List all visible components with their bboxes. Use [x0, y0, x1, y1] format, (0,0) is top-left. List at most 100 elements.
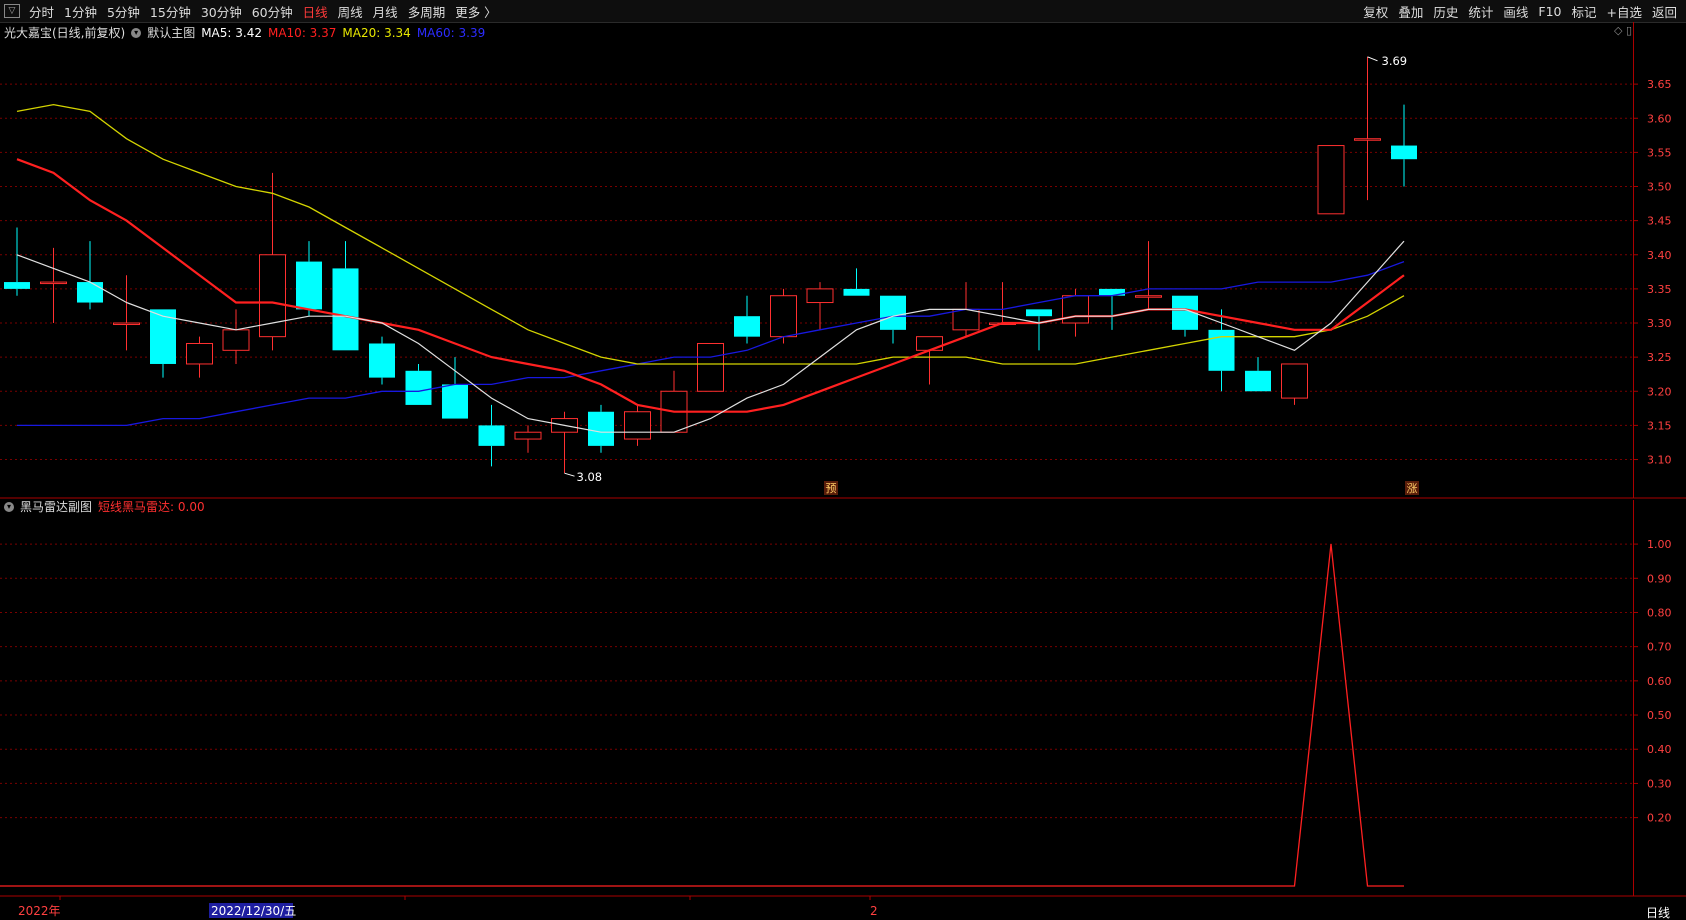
tool-button-1[interactable]: 叠加 — [1393, 2, 1428, 21]
candle-body — [952, 308, 980, 331]
period-tab-6[interactable]: 日线 — [298, 2, 333, 21]
candle-body — [770, 295, 797, 338]
sub-y-tick-label-5: 0.70 — [1647, 641, 1672, 654]
candle-body — [113, 322, 140, 326]
sub-y-tick-label-2: 0.40 — [1647, 743, 1672, 756]
sub-y-tick-label-7: 0.90 — [1647, 572, 1672, 585]
candle-33 — [1208, 309, 1235, 392]
candle-9 — [332, 241, 359, 351]
candle-body — [624, 411, 651, 440]
period-tab-8[interactable]: 月线 — [368, 2, 403, 21]
candle-body — [806, 288, 834, 304]
high-pointer — [1367, 56, 1378, 62]
candle-25 — [916, 336, 943, 385]
candle-2 — [77, 241, 103, 310]
candle-body — [1281, 363, 1308, 399]
candle-4 — [150, 309, 176, 378]
candle-13 — [478, 404, 505, 467]
candle-body — [4, 282, 30, 289]
candle-body — [916, 336, 943, 351]
tool-button-2[interactable]: 历史 — [1428, 2, 1463, 21]
candle-body — [442, 384, 468, 419]
candle-11 — [405, 363, 432, 405]
y-tick-label-10: 3.60 — [1647, 112, 1672, 125]
candle-body — [1208, 329, 1235, 371]
low-pointer — [564, 472, 575, 477]
menu-icon[interactable]: ▽ — [4, 4, 20, 18]
candle-35 — [1281, 363, 1308, 405]
tool-button-4[interactable]: 画线 — [1498, 2, 1533, 21]
y-tick-label-8: 3.50 — [1647, 181, 1672, 194]
candle-0 — [4, 227, 30, 296]
period-tab-9[interactable]: 多周期 — [403, 2, 451, 21]
candle-body — [1391, 145, 1417, 160]
period-tab-10[interactable]: 更多 〉 — [450, 2, 501, 21]
candle-body — [697, 342, 724, 392]
marker-zhang: 涨 — [1407, 482, 1418, 495]
candle-34 — [1245, 357, 1271, 392]
tool-button-6[interactable]: 标记 — [1566, 2, 1601, 21]
candle-18 — [660, 370, 688, 433]
year-label: 2022年 — [18, 904, 61, 918]
candle-body — [880, 295, 906, 330]
month-label: 2 — [870, 904, 878, 918]
y-tick-label-0: 3.10 — [1647, 454, 1672, 467]
candle-30 — [1099, 288, 1125, 330]
period-tab-7[interactable]: 周线 — [333, 2, 368, 21]
candle-19 — [697, 342, 724, 392]
sub-y-tick-label-1: 0.30 — [1647, 777, 1672, 790]
period-tab-0[interactable]: 分时 — [24, 2, 59, 21]
sub-y-tick-label-4: 0.60 — [1647, 675, 1672, 688]
period-tab-3[interactable]: 15分钟 — [145, 2, 196, 21]
candle-body — [1135, 295, 1162, 298]
y-tick-label-6: 3.40 — [1647, 249, 1672, 262]
y-tick-label-1: 3.15 — [1647, 419, 1672, 432]
sub-y-tick-label-8: 1.00 — [1647, 538, 1672, 551]
kline-chart[interactable]: 3.10 3.15 3.20 3.25 3.30 3.35 3.40 3.45 3.50 3.55… — [0, 22, 1686, 920]
candle-body — [77, 282, 103, 303]
candle-body — [1099, 288, 1125, 296]
candle-body — [186, 342, 213, 365]
y-tick-label-11: 3.65 — [1647, 78, 1672, 91]
tool-button-5[interactable]: F10 — [1533, 4, 1566, 19]
candle-3 — [113, 275, 140, 351]
candle-7 — [259, 172, 286, 351]
candle-body — [222, 329, 250, 351]
tool-button-7[interactable]: +自选 — [1602, 2, 1647, 21]
y-tick-label-7: 3.45 — [1647, 215, 1672, 228]
candle-32 — [1172, 295, 1198, 337]
date-cursor: 2022/12/30/五 — [211, 904, 296, 918]
candle-10 — [369, 336, 395, 385]
tool-buttons: 复权 叠加 历史 统计 画线 F10 标记 +自选 返回 — [1358, 0, 1682, 22]
candle-12 — [442, 357, 468, 419]
high-label: 3.69 — [1382, 54, 1408, 68]
candle-38 — [1391, 104, 1417, 187]
candle-body — [1245, 370, 1271, 392]
candle-body — [514, 431, 542, 440]
tool-button-8[interactable]: 返回 — [1647, 2, 1682, 21]
sub-y-tick-label-0: 0.20 — [1647, 812, 1672, 825]
period-tab-2[interactable]: 5分钟 — [102, 2, 145, 21]
candle-17 — [624, 404, 651, 446]
period-tab-5[interactable]: 60分钟 — [247, 2, 298, 21]
period-tab-4[interactable]: 30分钟 — [196, 2, 247, 21]
candle-28 — [1026, 309, 1052, 351]
candle-31 — [1135, 241, 1162, 310]
candle-body — [1026, 309, 1052, 317]
candle-body — [478, 425, 505, 446]
candle-5 — [186, 336, 213, 378]
candle-body — [1317, 145, 1345, 215]
y-tick-label-4: 3.30 — [1647, 317, 1672, 330]
candle-14 — [514, 425, 542, 453]
tool-button-3[interactable]: 统计 — [1463, 2, 1498, 21]
candle-body — [369, 343, 395, 378]
candle-body — [1354, 138, 1381, 141]
candle-6 — [222, 309, 250, 364]
tool-button-0[interactable]: 复权 — [1358, 2, 1393, 21]
period-toolbar: ▽ 分时 1分钟 5分钟 15分钟 30分钟 60分钟 日线 周线 月线 多周期 更多 〉 复权 叠加… — [0, 0, 1686, 23]
sub-axis-line — [1633, 500, 1634, 896]
candle-20 — [734, 295, 760, 344]
candle-15 — [551, 411, 578, 474]
period-tab-1[interactable]: 1分钟 — [59, 2, 102, 21]
candle-body — [588, 411, 614, 446]
